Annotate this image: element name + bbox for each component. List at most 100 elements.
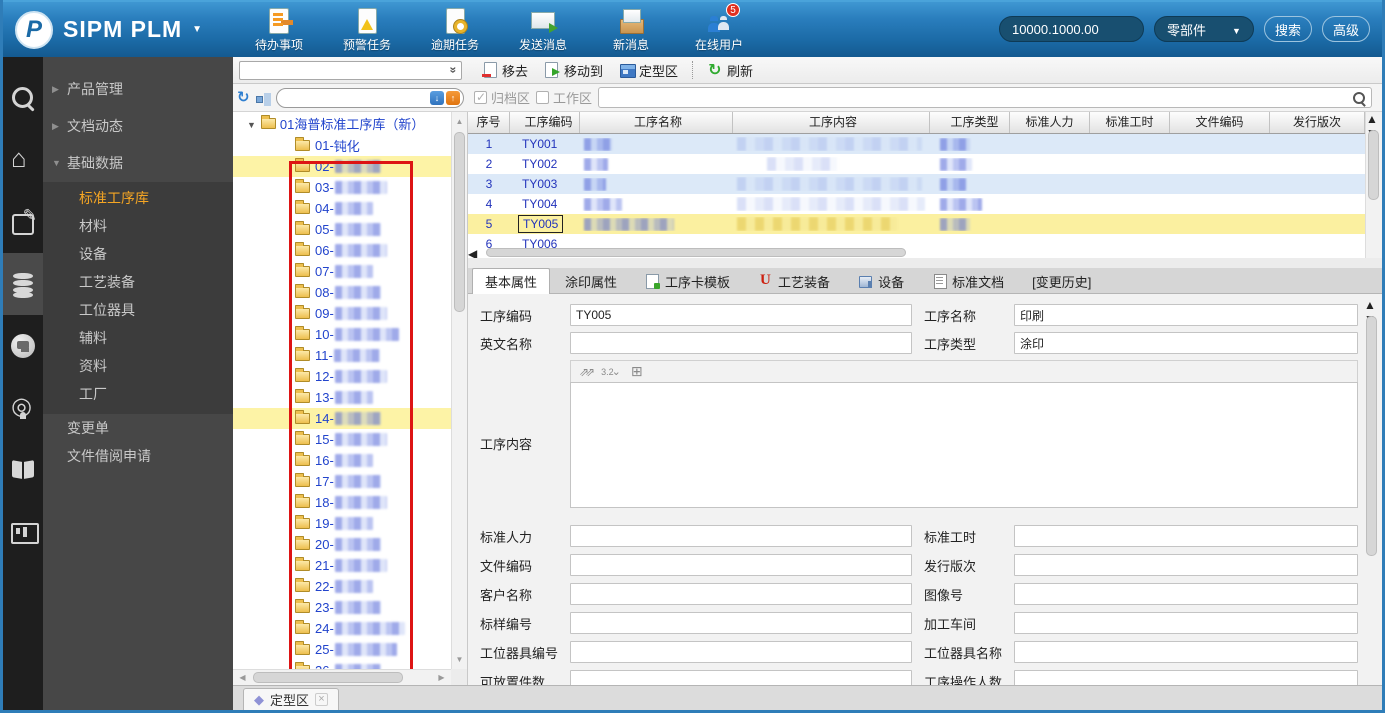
scroll-up-arrow[interactable]: [1364, 298, 1376, 312]
rail-item[interactable]: [3, 253, 43, 315]
detail-tab[interactable]: [变更历史]: [1019, 268, 1104, 293]
tree-root-node[interactable]: 01海普标准工序库（新）: [233, 112, 451, 135]
search-next-button[interactable]: [430, 90, 444, 105]
rail-item[interactable]: [3, 439, 43, 501]
tree-node[interactable]: 21-: [233, 555, 451, 576]
tree-search-box[interactable]: [275, 87, 464, 108]
tree-refresh-icon[interactable]: [237, 90, 250, 106]
rail-item[interactable]: [3, 67, 43, 129]
form-input[interactable]: [1014, 554, 1358, 576]
tree-node[interactable]: 14-: [233, 408, 451, 429]
tree-node[interactable]: 05-: [233, 219, 451, 240]
tree-node[interactable]: 12-: [233, 366, 451, 387]
table-row[interactable]: 2 TY002: [468, 154, 1365, 174]
nav-sub-item[interactable]: 工艺装备: [43, 268, 233, 296]
nav-group-product[interactable]: 产品管理: [43, 71, 233, 108]
form-input[interactable]: [570, 554, 912, 576]
tree-node[interactable]: 02-: [233, 156, 451, 177]
refresh-button[interactable]: 刷新: [701, 59, 759, 81]
tree-node[interactable]: 10-: [233, 324, 451, 345]
col-header[interactable]: 工序编码: [510, 112, 580, 133]
form-input[interactable]: [570, 583, 912, 605]
process-type-input[interactable]: [1014, 332, 1358, 354]
form-input[interactable]: [1014, 670, 1358, 685]
search-button[interactable]: 搜索: [1263, 16, 1312, 42]
nav-sub-item[interactable]: 工位器具: [43, 296, 233, 324]
tree-node[interactable]: 07-: [233, 261, 451, 282]
form-input[interactable]: [1014, 583, 1358, 605]
tree-node[interactable]: 22-: [233, 576, 451, 597]
table-search-input[interactable]: [599, 88, 1351, 107]
scroll-thumb[interactable]: [253, 672, 403, 683]
table-row[interactable]: 1 TY001: [468, 134, 1365, 154]
scroll-up-arrow[interactable]: [1366, 112, 1378, 126]
header-tool-button[interactable]: 预警任务: [336, 7, 398, 53]
process-code-input[interactable]: [570, 304, 912, 326]
scroll-left-arrow[interactable]: [235, 670, 250, 685]
tree-node[interactable]: 08-: [233, 282, 451, 303]
scroll-right-arrow[interactable]: [434, 670, 449, 685]
search-icon[interactable]: [1351, 90, 1367, 106]
tree-node[interactable]: 13-: [233, 387, 451, 408]
col-header[interactable]: 工序名称: [580, 112, 733, 133]
col-header[interactable]: 文件编码: [1170, 112, 1270, 133]
tree-node[interactable]: 11-: [233, 345, 451, 366]
detail-tab[interactable]: 基本属性: [472, 268, 551, 294]
form-input[interactable]: [570, 525, 912, 547]
detail-tab[interactable]: 标准文档: [919, 268, 1017, 293]
tree-node[interactable]: 15-: [233, 429, 451, 450]
advanced-search-button[interactable]: 高级: [1321, 16, 1370, 42]
nav-sub-item[interactable]: 资料: [43, 352, 233, 380]
form-input[interactable]: [1014, 525, 1358, 547]
tree-node[interactable]: 25-: [233, 639, 451, 660]
form-input[interactable]: [1014, 612, 1358, 634]
tree-node[interactable]: 19-: [233, 513, 451, 534]
tree-node[interactable]: 24-: [233, 618, 451, 639]
col-header[interactable]: 标准工时: [1090, 112, 1170, 133]
tree-node[interactable]: 18-: [233, 492, 451, 513]
header-tool-button[interactable]: 待办事项: [248, 7, 310, 53]
fixed-zone-button[interactable]: 定型区: [613, 59, 684, 81]
english-name-input[interactable]: [570, 332, 912, 354]
table-row[interactable]: 3 TY003: [468, 174, 1365, 194]
nav-sub-item[interactable]: 标准工序库: [43, 184, 233, 212]
col-header[interactable]: 标准人力: [1010, 112, 1090, 133]
tree-node[interactable]: 20-: [233, 534, 451, 555]
nav-bottom-item[interactable]: 文件借阅申请: [43, 442, 233, 470]
nav-sub-item[interactable]: 设备: [43, 240, 233, 268]
tree-node[interactable]: 17-: [233, 471, 451, 492]
detail-tab[interactable]: 设备: [845, 268, 917, 293]
header-tool-button[interactable]: 逾期任务: [424, 7, 486, 53]
scroll-up-arrow[interactable]: [452, 114, 467, 129]
rail-item[interactable]: [3, 377, 43, 439]
rail-item[interactable]: [3, 191, 43, 253]
nav-sub-item[interactable]: 材料: [43, 212, 233, 240]
detail-tab[interactable]: 涂印属性: [552, 268, 630, 293]
tree-node[interactable]: 23-: [233, 597, 451, 618]
form-vertical-scrollbar[interactable]: [1364, 298, 1380, 681]
expander-down-icon[interactable]: [247, 117, 261, 131]
form-input[interactable]: [570, 670, 912, 685]
rail-item[interactable]: [3, 501, 43, 563]
col-header[interactable]: 发行版次: [1270, 112, 1365, 133]
view-combo-select[interactable]: [239, 60, 462, 80]
search-prev-button[interactable]: [446, 90, 460, 105]
global-search-input[interactable]: [998, 16, 1144, 42]
scroll-thumb[interactable]: [1368, 130, 1379, 200]
detail-tab[interactable]: 工艺装备: [745, 268, 843, 293]
decimal-icon[interactable]: 3.2: [601, 365, 621, 379]
logo[interactable]: P SIPM PLM: [3, 10, 218, 49]
table-vertical-scrollbar[interactable]: [1365, 112, 1382, 258]
nav-bottom-item[interactable]: 变更单: [43, 414, 233, 442]
tree-vertical-scrollbar[interactable]: [451, 112, 467, 669]
process-content-textarea[interactable]: [570, 382, 1358, 508]
form-input[interactable]: [570, 612, 912, 634]
table-icon[interactable]: [631, 364, 643, 379]
scroll-thumb[interactable]: [1366, 316, 1377, 556]
nav-sub-item[interactable]: 工厂: [43, 380, 233, 408]
tree-node[interactable]: 26-: [233, 660, 451, 669]
nav-group-basedata[interactable]: 基础数据: [43, 145, 233, 182]
scroll-thumb[interactable]: [486, 248, 906, 257]
scroll-left-arrow[interactable]: [468, 247, 477, 258]
scroll-thumb[interactable]: [454, 132, 465, 312]
